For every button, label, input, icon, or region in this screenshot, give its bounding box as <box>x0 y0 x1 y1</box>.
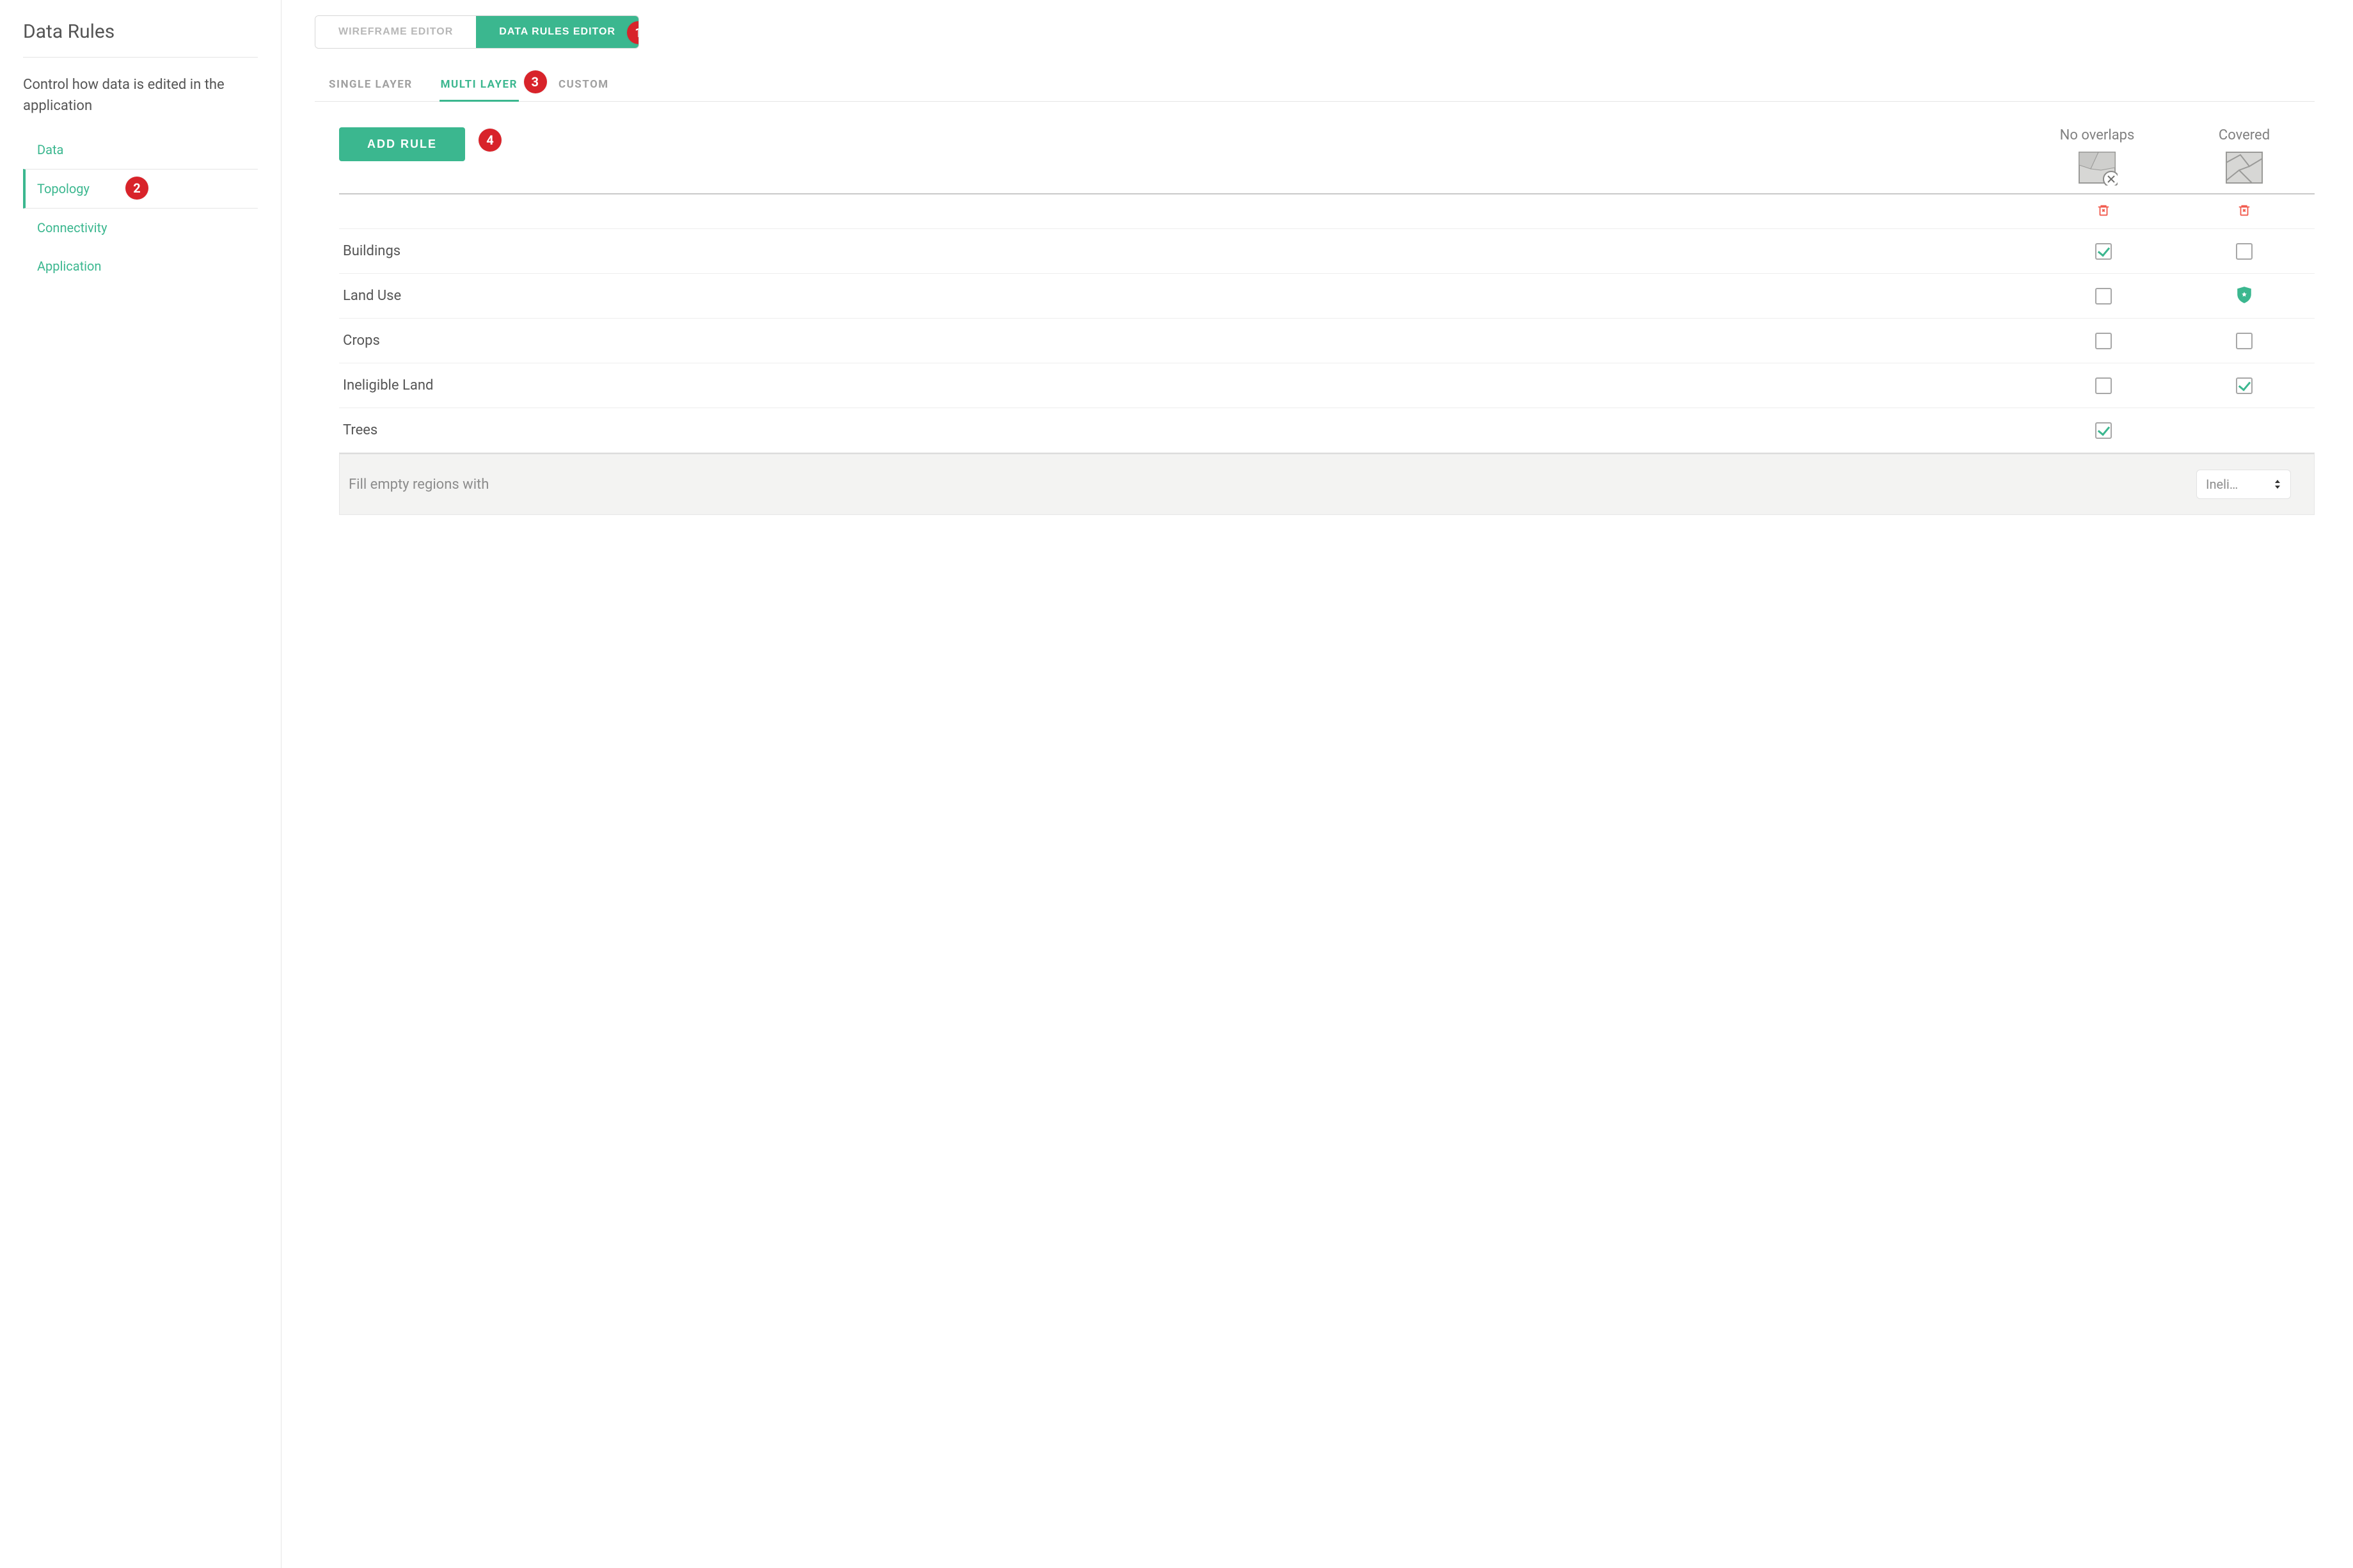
no-overlaps-icon <box>2077 150 2118 186</box>
main-panel: WIREFRAME EDITOR DATA RULES EDITOR 1 SIN… <box>281 0 2353 1568</box>
sidebar: Data Rules Control how data is edited in… <box>0 0 281 1568</box>
page-subtitle: Control how data is edited in the applic… <box>23 74 258 116</box>
fill-label: Fill empty regions with <box>345 477 2032 493</box>
column-head-covered: Covered <box>2174 127 2315 186</box>
column-label: No overlaps <box>2027 127 2167 143</box>
layer-row-ineligible-land: Ineligible Land <box>339 363 2315 408</box>
tab-wireframe-editor[interactable]: WIREFRAME EDITOR <box>315 16 476 48</box>
sidebar-nav: Data Topology 2 Connectivity Application <box>23 131 258 285</box>
checkbox-no-overlaps[interactable] <box>2095 333 2112 349</box>
column-head-no-overlaps: No overlaps <box>2027 127 2167 186</box>
annotation-badge-2: 2 <box>125 177 148 200</box>
subtab-custom[interactable]: CUSTOM <box>557 72 610 102</box>
select-value: Ineli… <box>2206 477 2238 492</box>
layer-label: Crops <box>339 333 2033 349</box>
app-root: Data Rules Control how data is edited in… <box>0 0 2353 1568</box>
caret-sort-icon <box>2274 479 2281 491</box>
checkbox-no-overlaps[interactable] <box>2095 288 2112 305</box>
layer-label: Trees <box>339 422 2033 438</box>
fill-empty-regions-row: Fill empty regions with Ineli… <box>339 453 2315 515</box>
trash-icon[interactable] <box>2096 208 2111 220</box>
covered-icon <box>2224 150 2265 186</box>
shield-icon[interactable] <box>2236 286 2253 306</box>
trash-icon[interactable] <box>2237 208 2251 220</box>
layer-row-buildings: Buildings <box>339 229 2315 274</box>
checkbox-no-overlaps[interactable] <box>2095 377 2112 394</box>
checkbox-no-overlaps[interactable] <box>2095 422 2112 439</box>
subtab-single-layer[interactable]: SINGLE LAYER <box>328 72 414 102</box>
sidebar-item-label: Connectivity <box>37 220 107 235</box>
sidebar-item-label: Topology <box>37 181 90 196</box>
page-title: Data Rules <box>23 20 258 58</box>
layer-row-land-use: Land Use <box>339 274 2315 319</box>
sub-tabs: SINGLE LAYER MULTI LAYER 3 CUSTOM <box>315 72 2315 102</box>
checkbox-covered[interactable] <box>2236 243 2253 260</box>
subtab-label: MULTI LAYER <box>441 78 518 91</box>
sidebar-item-topology[interactable]: Topology 2 <box>23 169 258 209</box>
rules-delete-row <box>339 194 2315 229</box>
layer-label: Buildings <box>339 243 2033 259</box>
sidebar-item-data[interactable]: Data <box>23 131 258 169</box>
checkbox-no-overlaps[interactable] <box>2095 243 2112 260</box>
tab-data-rules-editor[interactable]: DATA RULES EDITOR <box>476 16 638 48</box>
sidebar-item-application[interactable]: Application <box>23 247 258 285</box>
layer-row-trees: Trees <box>339 408 2315 453</box>
sidebar-item-label: Data <box>37 142 63 157</box>
layer-label: Land Use <box>339 288 2033 304</box>
add-rule-cell: ADD RULE 4 <box>339 127 2020 165</box>
sidebar-item-label: Application <box>37 258 101 274</box>
subtab-multi-layer[interactable]: MULTI LAYER 3 <box>440 72 519 102</box>
checkbox-covered[interactable] <box>2236 333 2253 349</box>
add-rule-button[interactable]: ADD RULE <box>339 127 465 161</box>
annotation-badge-4: 4 <box>479 129 502 152</box>
annotation-badge-3: 3 <box>524 70 547 93</box>
rules-table: ADD RULE 4 No overlaps Covered <box>339 127 2315 515</box>
rules-header: ADD RULE 4 No overlaps Covered <box>339 127 2315 194</box>
editor-tabs: WIREFRAME EDITOR DATA RULES EDITOR 1 <box>315 15 639 49</box>
layer-label: Ineligible Land <box>339 377 2033 393</box>
fill-region-select[interactable]: Ineli… <box>2196 470 2291 499</box>
column-label: Covered <box>2174 127 2315 143</box>
layer-row-crops: Crops <box>339 319 2315 363</box>
checkbox-covered[interactable] <box>2236 377 2253 394</box>
sidebar-item-connectivity[interactable]: Connectivity <box>23 209 258 247</box>
